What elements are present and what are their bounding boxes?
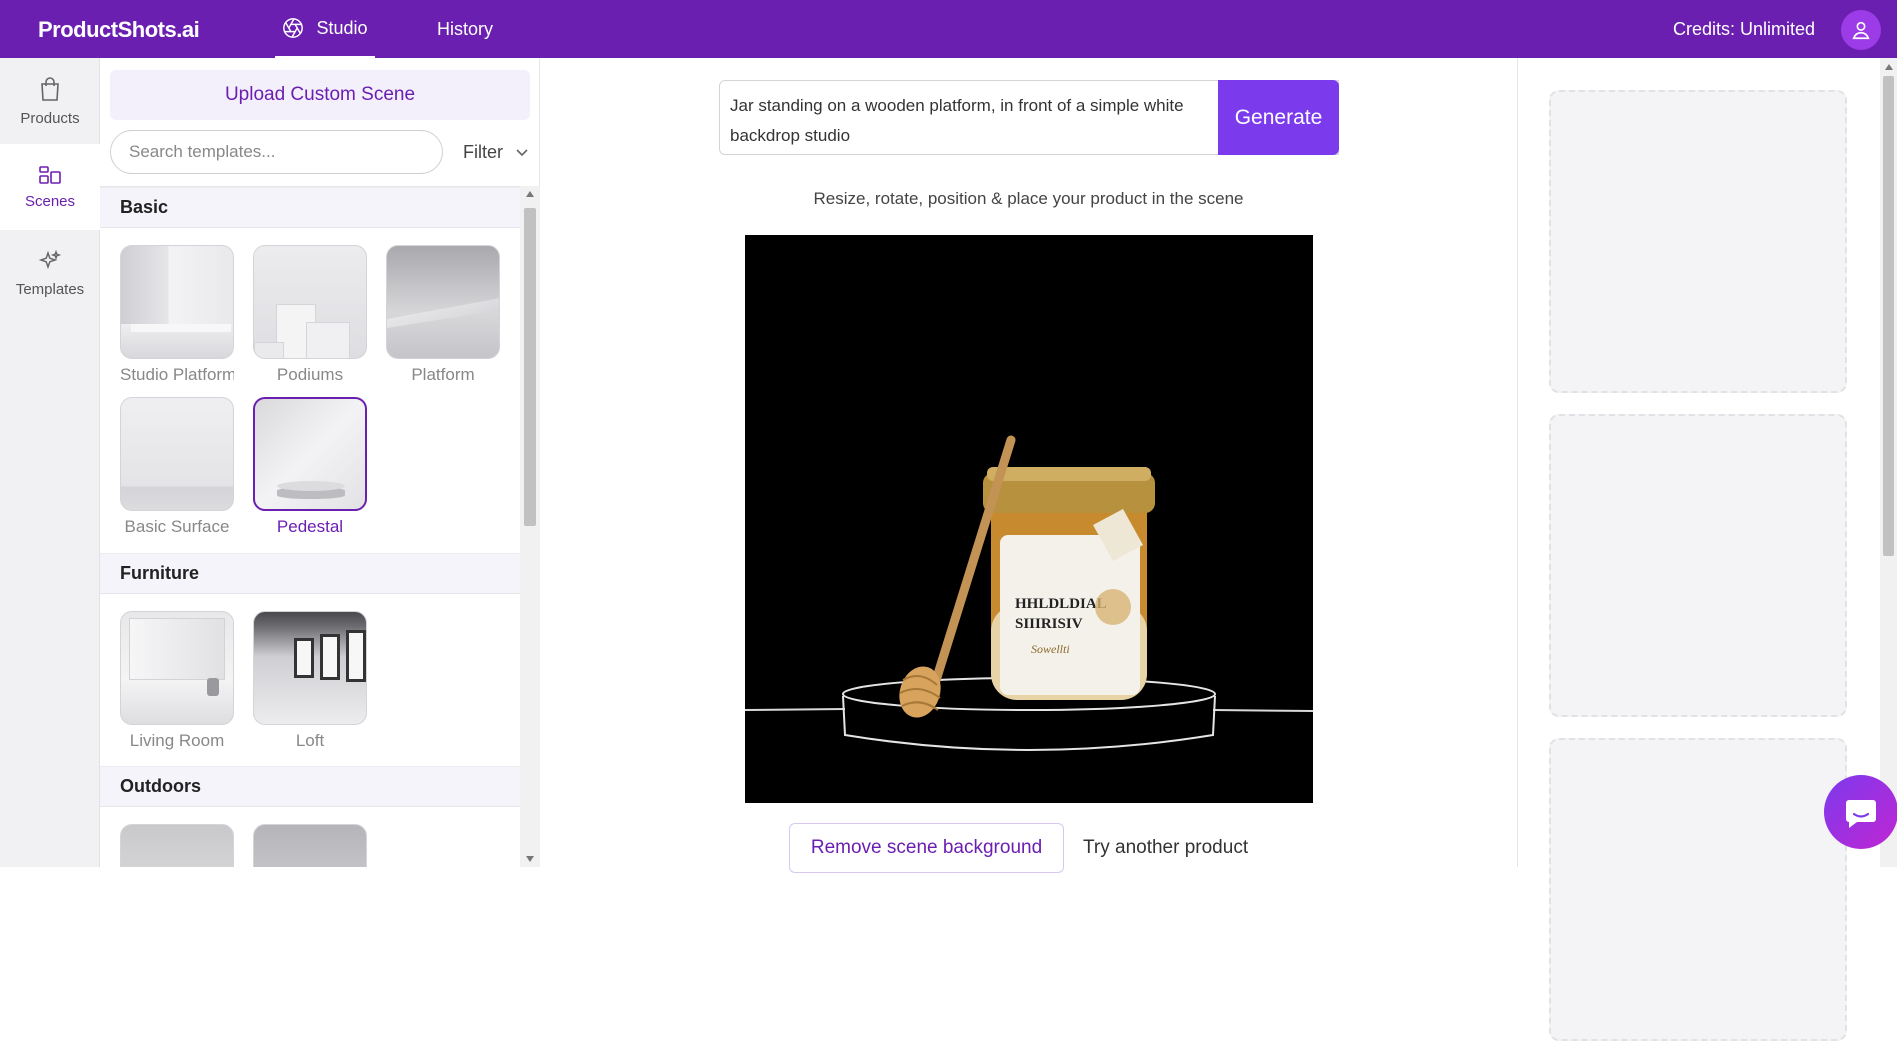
template-thumbnail bbox=[253, 611, 367, 725]
upload-custom-scene-button[interactable]: Upload Custom Scene bbox=[110, 70, 530, 120]
prompt-text: Jar standing on a wooden platform, in fr… bbox=[730, 96, 1184, 145]
template-living-room[interactable]: Living Room bbox=[120, 611, 234, 751]
scene-canvas[interactable]: HHLDLDIAL SIIIRISIV Sowellti bbox=[745, 235, 1313, 803]
template-outdoor-2[interactable] bbox=[253, 824, 367, 867]
scrollbar-thumb[interactable] bbox=[524, 208, 536, 526]
remove-scene-background-button[interactable]: Remove scene background bbox=[789, 823, 1064, 873]
filter-label: Filter bbox=[463, 142, 503, 162]
template-pedestal[interactable]: Pedestal bbox=[253, 397, 367, 537]
top-bar: ProductShots.ai Studio History Credits: … bbox=[0, 0, 1897, 58]
chat-bubble-icon bbox=[1846, 800, 1876, 828]
template-platform[interactable]: Platform bbox=[386, 245, 500, 385]
rail-item-templates[interactable]: Templates bbox=[0, 230, 100, 316]
layout-icon bbox=[39, 165, 61, 184]
svg-text:Sowellti: Sowellti bbox=[1031, 642, 1070, 656]
rail-templates-label: Templates bbox=[15, 280, 85, 298]
result-slot-2[interactable] bbox=[1549, 414, 1847, 717]
scenes-panel: Upload Custom Scene Filter Basic Studio … bbox=[100, 58, 540, 867]
tab-history[interactable]: History bbox=[410, 0, 520, 58]
result-slot-1[interactable] bbox=[1549, 90, 1847, 393]
template-podiums[interactable]: Podiums bbox=[253, 245, 367, 385]
canvas-hint: Resize, rotate, position & place your pr… bbox=[813, 189, 1244, 208]
template-basic-surface[interactable]: Basic Surface bbox=[120, 397, 234, 537]
template-label: Pedestal bbox=[276, 517, 344, 536]
template-thumbnail bbox=[120, 397, 234, 511]
scroll-up-arrow-icon bbox=[1885, 64, 1893, 70]
try-another-product-link[interactable]: Try another product bbox=[1083, 837, 1248, 859]
user-avatar-button[interactable] bbox=[1841, 10, 1881, 50]
rail-item-scenes[interactable]: Scenes bbox=[0, 144, 100, 230]
left-rail: Products Scenes Templates bbox=[0, 58, 100, 867]
template-thumbnail bbox=[386, 245, 500, 359]
template-label: Living Room bbox=[129, 731, 225, 750]
sparkles-icon bbox=[38, 249, 62, 269]
template-thumbnail bbox=[120, 611, 234, 725]
template-thumbnail bbox=[253, 397, 367, 511]
section-outdoors: Outdoors bbox=[100, 766, 520, 807]
chevron-down-icon bbox=[516, 148, 528, 156]
aperture-icon bbox=[283, 18, 304, 38]
template-label: Loft bbox=[295, 731, 325, 750]
template-thumbnail bbox=[253, 824, 367, 867]
tab-studio[interactable]: Studio bbox=[275, 0, 375, 58]
template-list: Basic Studio Platform Podiums Platform B… bbox=[100, 186, 520, 867]
svg-text:HHLDLDIAL: HHLDLDIAL bbox=[1015, 596, 1107, 612]
template-label: Basic Surface bbox=[124, 517, 230, 536]
studio-main: Jar standing on a wooden platform, in fr… bbox=[540, 58, 1517, 873]
section-basic: Basic bbox=[100, 187, 520, 228]
rail-products-label: Products bbox=[20, 109, 80, 127]
tab-history-label: History bbox=[436, 18, 493, 39]
section-furniture: Furniture bbox=[100, 553, 520, 594]
template-thumbnail bbox=[253, 245, 367, 359]
product-preview-image[interactable]: HHLDLDIAL SIIIRISIV Sowellti bbox=[745, 235, 1313, 803]
template-loft[interactable]: Loft bbox=[253, 611, 367, 751]
rail-item-products[interactable]: Products bbox=[0, 58, 100, 144]
template-label: Studio Platform bbox=[120, 365, 234, 384]
template-label: Platform bbox=[411, 365, 475, 384]
scroll-down-arrow-icon bbox=[526, 856, 534, 862]
app-logo[interactable]: ProductShots.ai bbox=[38, 17, 200, 43]
svg-text:SIIIRISIV: SIIIRISIV bbox=[1015, 616, 1083, 632]
shopping-bag-icon bbox=[41, 76, 59, 101]
panel-scrollbar[interactable] bbox=[520, 186, 540, 867]
template-thumbnail bbox=[120, 245, 234, 359]
template-label: Podiums bbox=[276, 365, 344, 384]
page-scrollbar[interactable] bbox=[1880, 58, 1897, 867]
result-slot-3[interactable] bbox=[1549, 738, 1847, 1041]
results-column bbox=[1517, 58, 1880, 1041]
template-thumbnail bbox=[120, 824, 234, 867]
generate-button[interactable]: Generate bbox=[1218, 80, 1339, 155]
filter-dropdown[interactable]: Filter bbox=[463, 142, 529, 163]
rail-scenes-label: Scenes bbox=[24, 192, 76, 210]
credits-label: Credits: Unlimited bbox=[1672, 19, 1815, 39]
template-outdoor-1[interactable] bbox=[120, 824, 234, 867]
chat-support-button[interactable] bbox=[1824, 775, 1897, 849]
template-studio-platform[interactable]: Studio Platform bbox=[120, 245, 234, 385]
page-scrollbar-thumb[interactable] bbox=[1883, 76, 1894, 556]
scroll-up-arrow-icon bbox=[526, 191, 534, 197]
tab-studio-label: Studio bbox=[316, 17, 368, 38]
user-icon bbox=[1852, 21, 1870, 40]
search-templates-input[interactable] bbox=[110, 130, 443, 174]
